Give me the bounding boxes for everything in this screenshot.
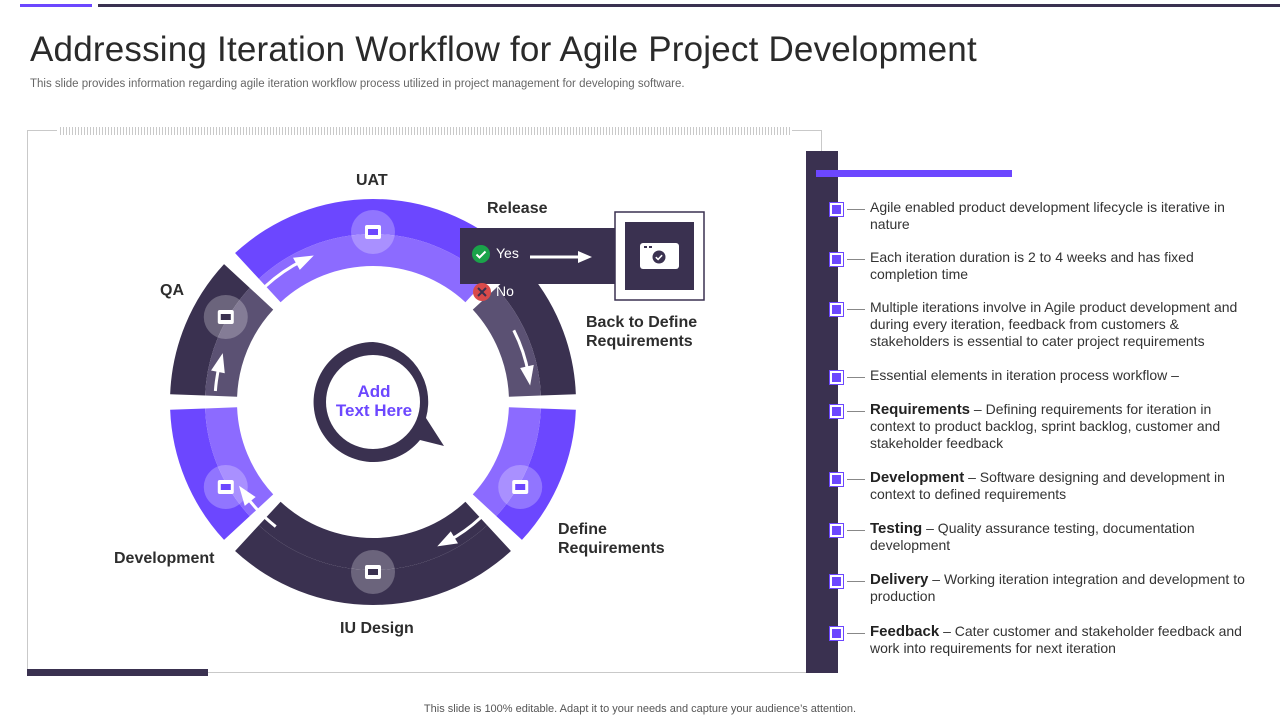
code-window-icon-detail [220,484,231,490]
camera-icon [640,243,679,269]
stage-label-qa: QA [160,282,184,299]
bullet-text: Multiple iterations involve in Agile pro… [870,299,1238,349]
footer-note: This slide is 100% editable. Adapt it to… [423,703,857,715]
yes-check-icon [472,245,490,263]
center-text-line-2: Text Here [335,401,413,420]
center-text: Add Text Here [320,382,428,420]
bullet-bold: Development [870,469,965,486]
bullet-connector [847,581,865,582]
stage-label-iu-design: IU Design [340,620,414,637]
stage-label-back-to-define: Back to Define Requirements [586,313,697,351]
bullet-connector [847,633,865,634]
bullet-text: Requirements – Defining requirements for… [870,401,1255,452]
bullet-connector [847,309,865,310]
bullet-text: Each iteration duration is 2 to 4 weeks … [870,249,1194,282]
bullet-text: Development – Software designing and dev… [870,469,1255,503]
back-line-2: Requirements [586,333,693,350]
center-text-line-1: Add [357,382,391,401]
bullet-square-icon [830,627,843,640]
monitor-icon-detail [368,569,378,575]
decision-yes-label: Yes [496,245,519,261]
bullet-bold: Feedback [870,623,940,640]
define-line-2: Requirements [558,540,665,557]
clipboard-search-icon-detail [515,484,526,490]
bullet-connector [847,209,865,210]
bullet-text: Essential elements in iteration process … [870,367,1179,383]
stage-label-development: Development [114,550,215,567]
bullet-text: Delivery – Working iteration integration… [870,571,1255,605]
stage-label-release: Release [487,200,548,217]
bullet-connector [847,530,865,531]
bullet-square-icon [830,203,843,216]
define-line-1: Define [558,521,607,538]
decision-no-label: No [496,283,514,299]
stage-label-define-requirements: Define Requirements [558,520,665,558]
bullet-connector [847,377,865,378]
bullet-bold: Delivery [870,571,929,588]
bullet-connector [847,259,865,260]
stage-label-uat: UAT [356,172,388,189]
no-cross-icon [473,283,491,301]
bullet-bold: Requirements [870,401,971,418]
thumbs-up-icon-detail [368,229,378,235]
bullet-bold: Testing [870,520,923,537]
bullet-square-icon [830,524,843,537]
bullet-connector [847,479,865,480]
back-line-1: Back to Define [586,314,698,331]
bullet-square-icon [830,405,843,418]
bullet-square-icon [830,575,843,588]
bullet-square-icon [830,253,843,266]
bullet-square-icon [830,371,843,384]
bullet-connector [847,411,865,412]
bullet-square-icon [830,473,843,486]
bullet-square-icon [830,303,843,316]
bullet-text: Feedback – Cater customer and stakeholde… [870,623,1255,657]
bullet-text: Testing – Quality assurance testing, doc… [870,520,1255,554]
side-accent-bar [816,170,1012,177]
bullet-text: Agile enabled product development lifecy… [870,199,1225,232]
iteration-cycle-diagram [170,199,705,605]
code-window-search-icon-detail [220,314,231,320]
